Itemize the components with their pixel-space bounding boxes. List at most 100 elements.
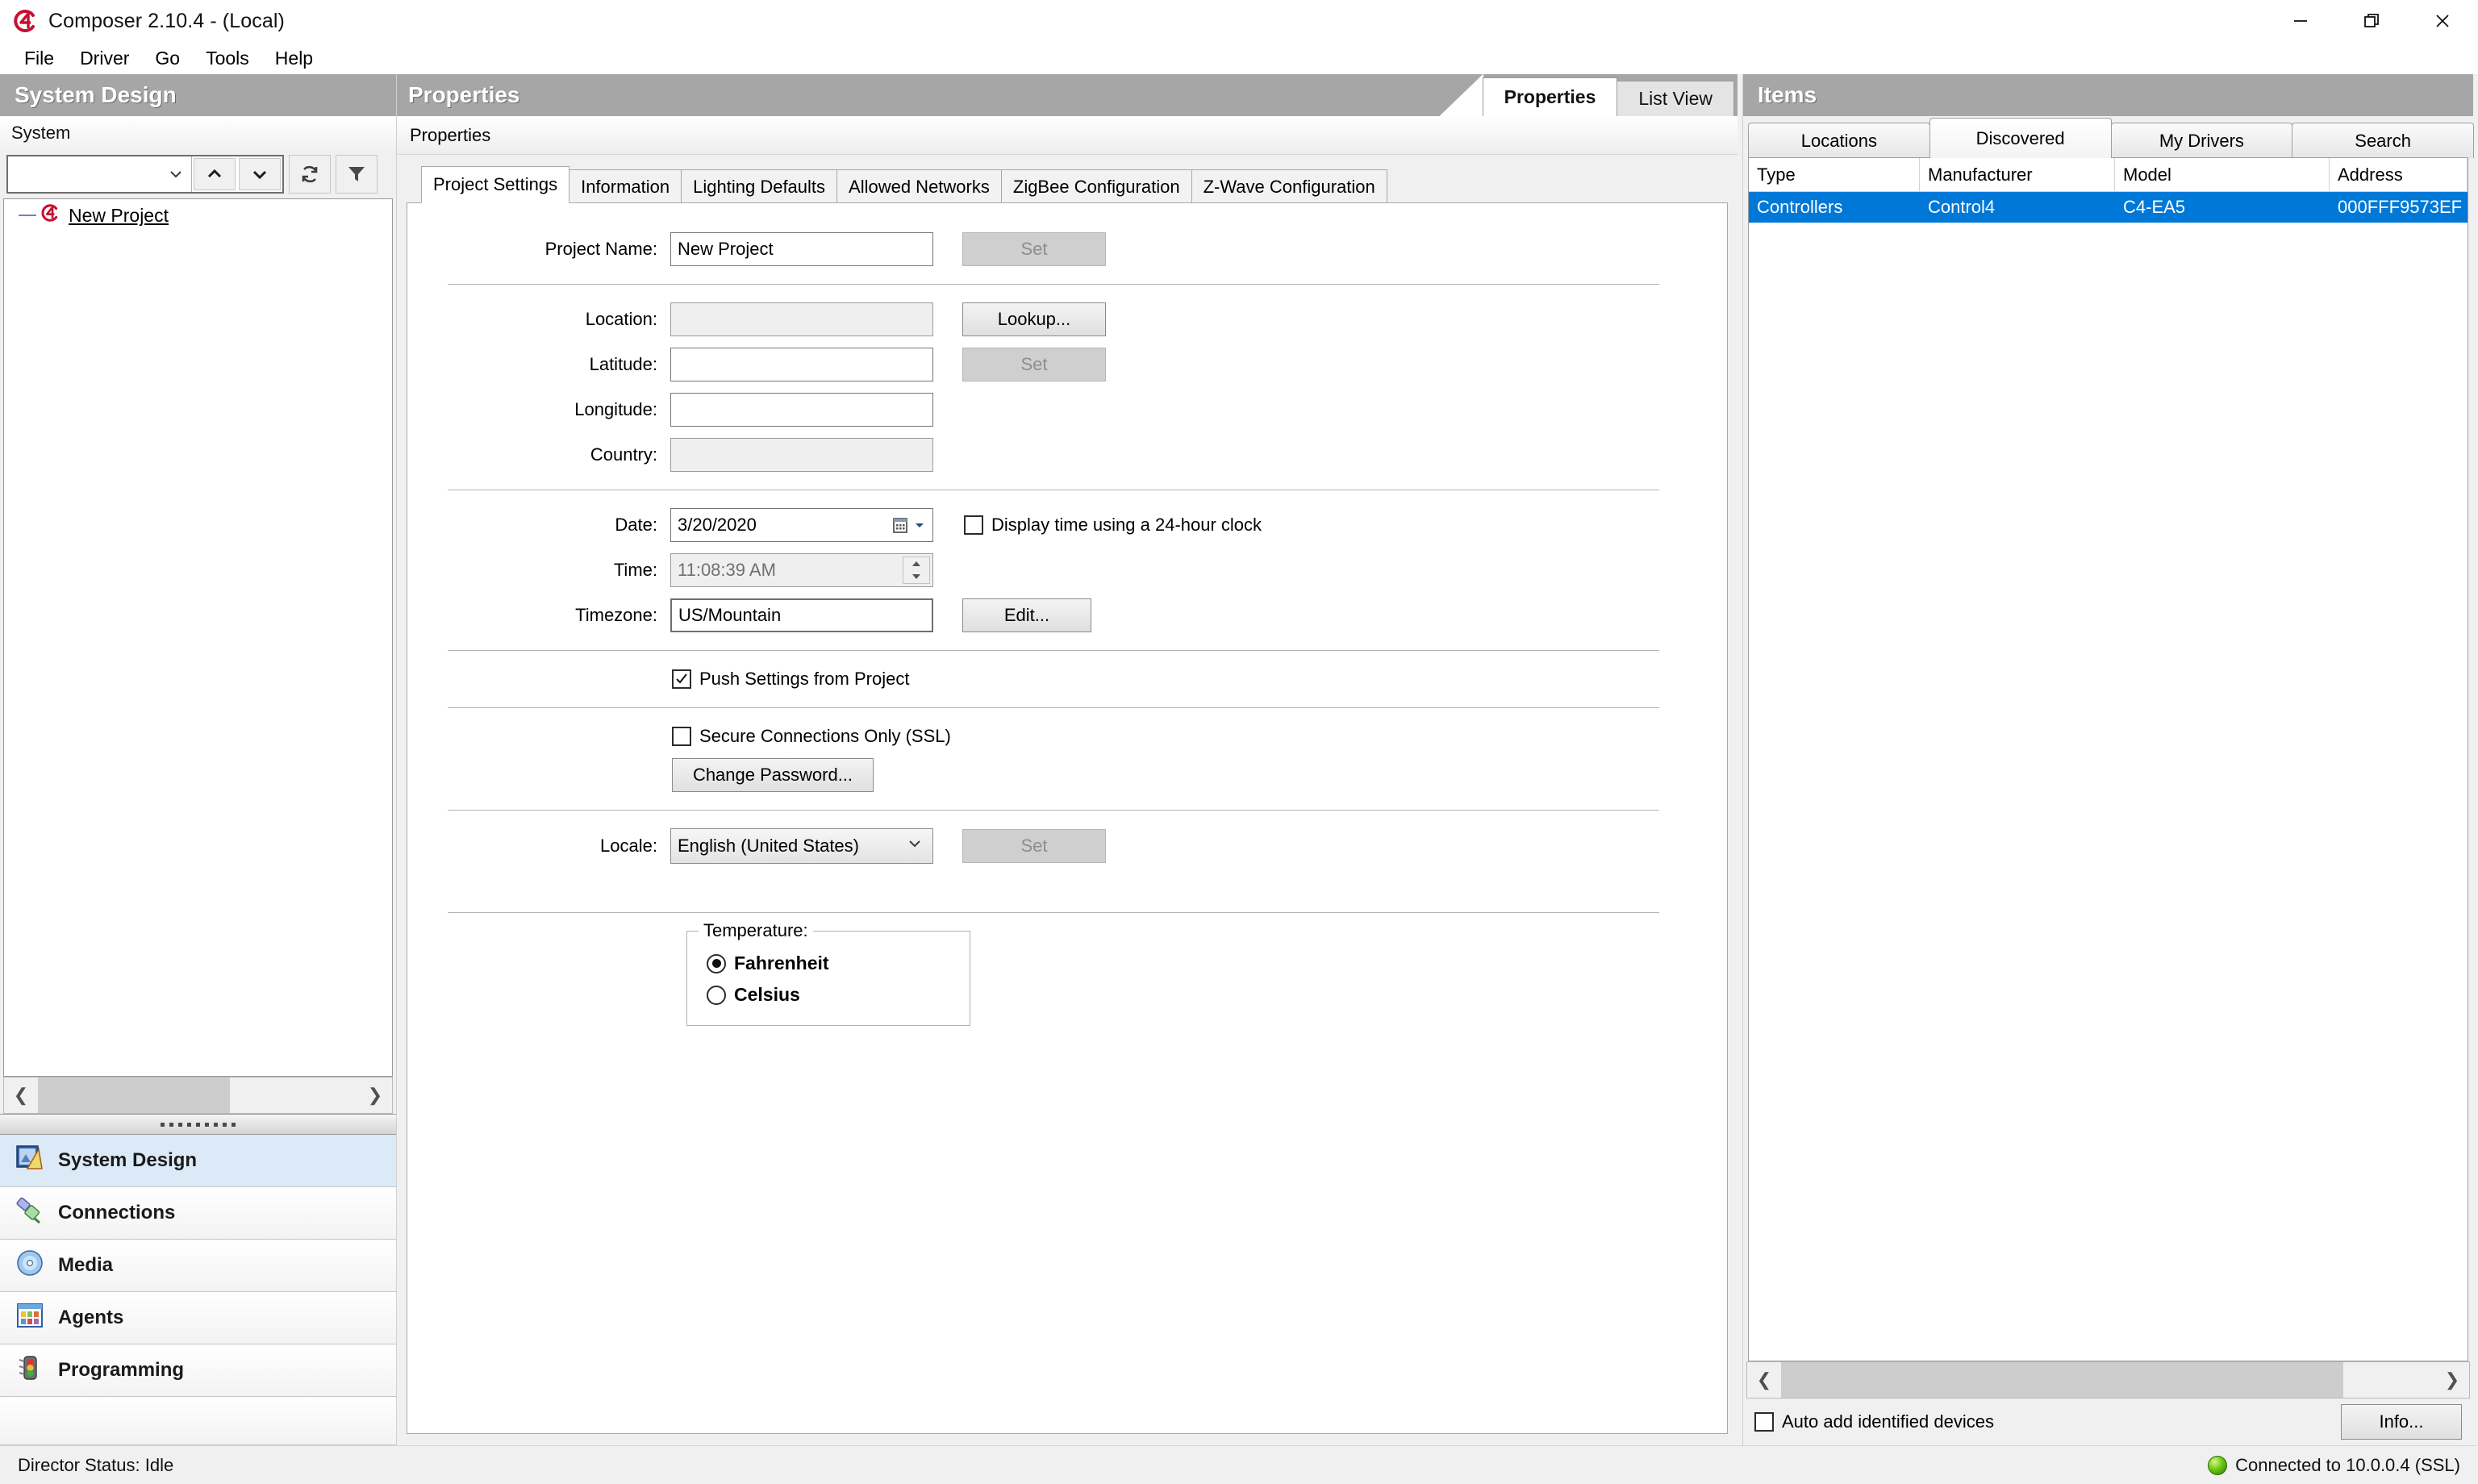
locale-value: English (United States): [678, 836, 859, 856]
scroll-right-icon[interactable]: ❯: [2435, 1369, 2469, 1390]
location-input[interactable]: [670, 302, 933, 336]
tab-slant-decoration: [1439, 74, 1483, 116]
properties-body: Project Settings Information Lighting De…: [397, 155, 1738, 1439]
scroll-track[interactable]: [38, 1078, 358, 1113]
filter-button[interactable]: [336, 155, 378, 194]
latitude-label: Latitude:: [589, 354, 657, 374]
tab-properties[interactable]: Properties: [1482, 77, 1618, 116]
move-up-button[interactable]: [194, 158, 236, 190]
project-tree[interactable]: New Project: [3, 198, 393, 1077]
push-settings-label: Push Settings from Project: [699, 669, 910, 689]
temperature-option-fahrenheit[interactable]: Fahrenheit: [707, 953, 953, 974]
spinner-up-icon[interactable]: [903, 557, 929, 570]
close-icon[interactable]: [2407, 0, 2478, 42]
push-settings-checkbox[interactable]: [672, 669, 691, 689]
info-button[interactable]: Info...: [2341, 1404, 2462, 1440]
clock24-row[interactable]: Display time using a 24-hour clock: [964, 515, 1262, 536]
timezone-row: Timezone: US/Mountain Edit...: [430, 598, 1692, 632]
director-status: Director Status: Idle: [18, 1454, 174, 1475]
change-password-button[interactable]: Change Password...: [672, 758, 874, 792]
divider-4: [448, 707, 1659, 708]
push-settings-row[interactable]: Push Settings from Project: [672, 669, 1692, 690]
tab-zigbee-configuration[interactable]: ZigBee Configuration: [1000, 169, 1192, 203]
time-row: Time: 11:08:39 AM: [430, 553, 1692, 587]
time-spinner[interactable]: [903, 556, 930, 584]
menu-help[interactable]: Help: [262, 44, 326, 73]
column-header-model[interactable]: Model: [2115, 158, 2330, 191]
tab-lighting-defaults[interactable]: Lighting Defaults: [681, 169, 838, 203]
tab-project-settings[interactable]: Project Settings: [421, 166, 570, 203]
time-label: Time:: [613, 560, 657, 580]
time-input[interactable]: 11:08:39 AM: [670, 553, 933, 587]
column-header-manufacturer[interactable]: Manufacturer: [1920, 158, 2115, 191]
fahrenheit-radio[interactable]: [707, 953, 726, 973]
sidebar-item-system-design[interactable]: System Design: [0, 1135, 396, 1187]
auto-add-row[interactable]: Auto add identified devices: [1754, 1411, 1994, 1432]
date-input[interactable]: 3/20/2020: [670, 508, 933, 542]
scroll-thumb[interactable]: [1781, 1362, 2344, 1398]
calendar-picker-button[interactable]: [887, 512, 929, 538]
tab-discovered[interactable]: Discovered: [1929, 118, 2112, 158]
sidebar-item-media[interactable]: Media: [0, 1240, 396, 1292]
longitude-input[interactable]: [670, 393, 933, 427]
properties-caption-bar: Properties Properties List View: [397, 74, 1738, 116]
timezone-input[interactable]: US/Mountain: [670, 598, 933, 632]
system-design-panel: System Design System New Project ❮ ❯ Sys…: [0, 74, 397, 1445]
temperature-option-celsius[interactable]: Celsius: [707, 984, 953, 1006]
tab-search[interactable]: Search: [2292, 123, 2474, 158]
timezone-edit-button[interactable]: Edit...: [962, 598, 1091, 632]
menu-go[interactable]: Go: [142, 44, 193, 73]
spinner-down-icon[interactable]: [903, 570, 929, 583]
scroll-left-icon[interactable]: ❮: [4, 1085, 38, 1106]
lookup-button[interactable]: Lookup...: [962, 302, 1106, 336]
tab-zwave-configuration[interactable]: Z-Wave Configuration: [1191, 169, 1387, 203]
auto-add-checkbox[interactable]: [1754, 1412, 1774, 1432]
tab-information[interactable]: Information: [569, 169, 682, 203]
move-down-button[interactable]: [239, 158, 281, 190]
system-combo-input[interactable]: [8, 156, 192, 192]
ssl-checkbox[interactable]: [672, 727, 691, 746]
country-input[interactable]: [670, 438, 933, 472]
ssl-row[interactable]: Secure Connections Only (SSL): [672, 726, 1692, 747]
table-row[interactable]: Controllers Control4 C4-EA5 000FFF9573EF: [1749, 192, 2468, 223]
menu-file[interactable]: File: [11, 44, 67, 73]
tab-allowed-networks[interactable]: Allowed Networks: [836, 169, 1002, 203]
latitude-input[interactable]: [670, 348, 933, 381]
date-row: Date: 3/20/2020 Display time using a 24-…: [430, 508, 1692, 542]
cell-model: C4-EA5: [2123, 197, 2186, 217]
sidebar-item-connections[interactable]: Connections: [0, 1187, 396, 1240]
connection-label: Connected to 10.0.0.4 (SSL): [2235, 1454, 2460, 1475]
tab-list-view[interactable]: List View: [1617, 81, 1734, 116]
tab-my-drivers[interactable]: My Drivers: [2110, 123, 2293, 158]
scroll-left-icon[interactable]: ❮: [1747, 1369, 1781, 1390]
celsius-radio[interactable]: [707, 985, 726, 1005]
location-label: Location:: [585, 309, 657, 329]
scroll-track[interactable]: [1781, 1362, 2435, 1398]
refresh-button[interactable]: [289, 155, 331, 194]
tree-item-new-project[interactable]: New Project: [4, 199, 392, 231]
scroll-right-icon[interactable]: ❯: [358, 1085, 392, 1106]
tab-locations[interactable]: Locations: [1748, 123, 1930, 158]
menu-tools[interactable]: Tools: [193, 44, 262, 73]
longitude-label: Longitude:: [574, 399, 657, 419]
project-name-input[interactable]: New Project: [670, 232, 933, 266]
locale-select[interactable]: English (United States): [670, 828, 933, 864]
locale-set-button[interactable]: Set: [962, 829, 1106, 863]
scroll-thumb[interactable]: [38, 1078, 231, 1113]
latitude-set-button[interactable]: Set: [962, 348, 1106, 381]
tree-horizontal-scrollbar[interactable]: ❮ ❯: [3, 1077, 393, 1114]
location-row: Location: Lookup...: [430, 302, 1692, 336]
sidebar-item-programming[interactable]: Programming: [0, 1344, 396, 1397]
sidebar-item-agents[interactable]: Agents: [0, 1292, 396, 1344]
project-name-set-button[interactable]: Set: [962, 232, 1106, 266]
restore-icon[interactable]: [2336, 0, 2407, 42]
clock24-checkbox[interactable]: [964, 515, 983, 535]
minimize-button[interactable]: [2265, 0, 2336, 42]
longitude-row: Longitude:: [430, 393, 1692, 427]
column-header-type[interactable]: Type: [1749, 158, 1920, 191]
column-header-address[interactable]: Address: [2330, 158, 2468, 191]
items-horizontal-scrollbar[interactable]: ❮ ❯: [1746, 1361, 2470, 1399]
menu-driver[interactable]: Driver: [67, 44, 142, 73]
nav-filler: [0, 1397, 396, 1445]
panel-splitter[interactable]: [0, 1114, 396, 1135]
